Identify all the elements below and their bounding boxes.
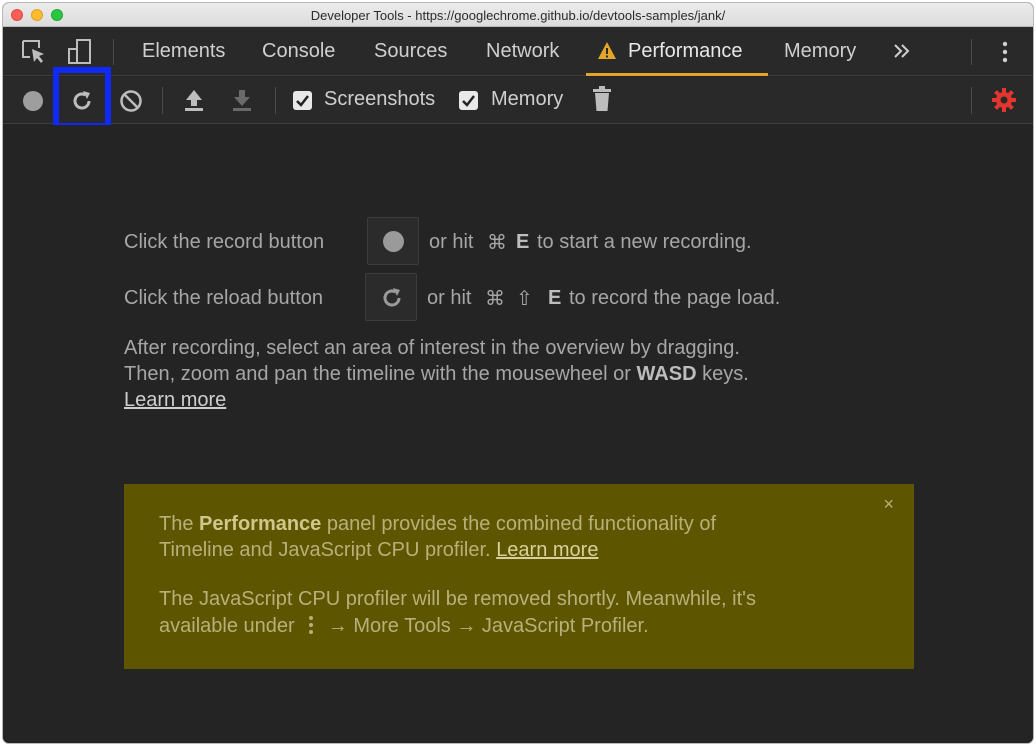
panel-tab-bar: Elements Console Sources Network Perform… [3, 27, 1033, 76]
shift-key-icon: ⇧ [516, 288, 533, 310]
toolbar-divider [275, 87, 276, 114]
banner-line-2: Timeline and JavaScript CPU profiler. Le… [159, 539, 598, 562]
performance-landing: Click the record button or hit ⌘ E to st… [3, 125, 1033, 743]
reload-shortcut-key: E [548, 287, 562, 309]
window-title: Developer Tools - https://googlechrome.g… [310, 8, 726, 23]
record-inline-button[interactable] [367, 217, 419, 265]
customize-menu-icon[interactable] [997, 40, 1013, 64]
tab-divider [113, 39, 114, 65]
kebab-menu-icon [309, 616, 314, 634]
info-line-2-text: Then, zoom and pan the timeline with the… [124, 363, 631, 385]
toolbar-divider [971, 87, 972, 114]
more-tabs-chevron-icon[interactable] [892, 41, 912, 61]
banner-performance-bold: Performance [199, 513, 322, 535]
tab-console[interactable]: Console [262, 27, 335, 76]
tab-performance[interactable]: Performance [628, 27, 743, 76]
deprecation-info-banner: × The Performance panel provides the com… [124, 484, 914, 669]
tab-sources[interactable]: Sources [374, 27, 447, 76]
device-toolbar-icon[interactable] [67, 39, 93, 65]
memory-checkbox[interactable] [459, 91, 478, 110]
reload-icon [383, 288, 401, 307]
screenshots-checkbox[interactable] [293, 91, 312, 110]
wasd-keys: WASD [636, 363, 697, 385]
checkmark-icon [296, 95, 309, 107]
info-line-2: Then, zoom and pan the timeline with the… [124, 363, 749, 386]
title-bar: Developer Tools - https://googlechrome.g… [3, 3, 1033, 27]
record-shortcut-key: E [516, 231, 530, 253]
info-line-1: After recording, select an area of inter… [124, 337, 740, 359]
active-tab-indicator [586, 73, 768, 76]
tab-elements[interactable]: Elements [142, 27, 225, 76]
record-hint-or-hit: or hit [429, 231, 474, 253]
banner-line-2-text: Timeline and JavaScript CPU profiler. [159, 539, 491, 561]
tab-memory[interactable]: Memory [784, 27, 856, 76]
banner-line-1-prefix: The [159, 513, 194, 535]
warning-icon [598, 42, 616, 59]
clear-icon[interactable] [119, 89, 143, 113]
load-profile-upload-icon[interactable] [183, 88, 205, 112]
tab-divider [971, 39, 972, 65]
record-button[interactable] [22, 90, 44, 112]
record-instruction: Click the record button [124, 231, 325, 253]
reload-hint-or-hit: or hit [427, 287, 472, 309]
reload-hint-suffix: to record the page load. [569, 287, 781, 309]
banner-line-4: available under → More Tools → JavaScrip… [159, 614, 649, 638]
banner-learn-more-link[interactable]: Learn more [496, 539, 598, 561]
info-line-2-suffix: keys. [702, 363, 749, 385]
toolbar-divider [162, 87, 163, 114]
collect-garbage-trash-icon[interactable] [592, 86, 612, 112]
banner-line-1: The Performance panel provides the combi… [159, 513, 716, 536]
banner-line-1-suffix: panel provides the combined functionalit… [326, 513, 717, 535]
banner-line-3: The JavaScript CPU profiler will be remo… [159, 588, 756, 610]
record-hint-suffix: to start a new recording. [537, 231, 752, 253]
devtools-window: Developer Tools - https://googlechrome.g… [3, 3, 1033, 743]
banner-line-4-suffix: → More Tools → JavaScript Profiler. [327, 615, 649, 637]
reload-button-highlight [53, 67, 111, 129]
command-key-icon: ⌘ [487, 232, 507, 254]
inspect-element-icon[interactable] [21, 39, 47, 65]
learn-more-link[interactable]: Learn more [124, 389, 226, 412]
record-dot-icon [383, 231, 404, 252]
checkmark-icon [462, 95, 475, 107]
reload-instruction: Click the reload button [124, 287, 324, 309]
screenshots-label[interactable]: Screenshots [324, 88, 435, 111]
performance-toolbar: Screenshots Memory [3, 67, 1033, 129]
close-banner-button[interactable]: × [883, 494, 894, 515]
save-profile-download-icon[interactable] [231, 88, 253, 112]
reload-inline-button[interactable] [365, 273, 417, 321]
tab-network[interactable]: Network [486, 27, 559, 76]
banner-line-4-prefix: available under [159, 615, 295, 637]
command-key-icon: ⌘ [485, 288, 505, 310]
capture-settings-gear-icon[interactable] [991, 87, 1017, 113]
memory-label[interactable]: Memory [491, 88, 563, 111]
